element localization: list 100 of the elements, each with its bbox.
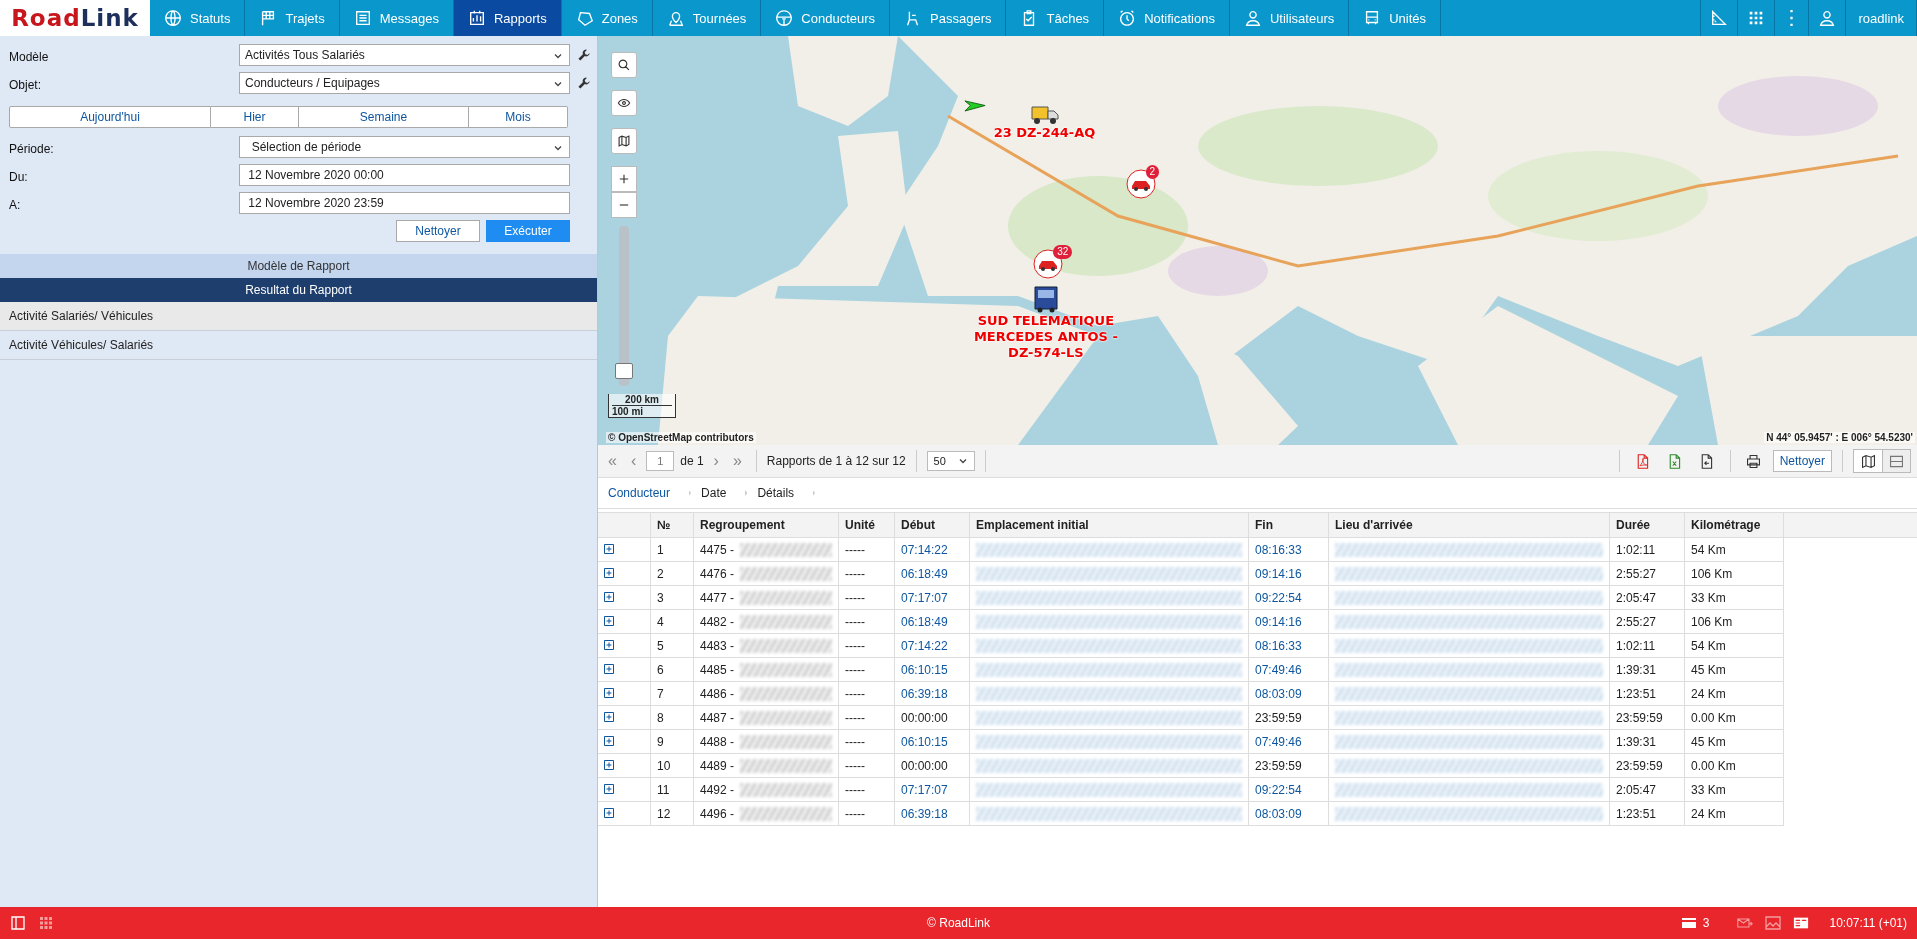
table-cell: 1 xyxy=(657,542,664,557)
copyright-text: © RoadLink xyxy=(927,916,990,930)
table-cell: 00:00:00 xyxy=(901,710,948,725)
expand-row-icon[interactable] xyxy=(604,663,614,674)
message-icon[interactable] xyxy=(1680,915,1697,931)
date-range-button[interactable]: Mois xyxy=(469,106,568,128)
select-field[interactable]: Activités Tous Salariés xyxy=(239,44,570,66)
table-cell: 4483 - xyxy=(700,638,735,653)
table-cell: 4487 - xyxy=(700,710,735,725)
map-pin-icon xyxy=(666,9,685,27)
expand-row-icon[interactable] xyxy=(604,735,614,746)
truck-icon[interactable] xyxy=(1030,103,1059,126)
clear-button[interactable]: Nettoyer xyxy=(396,220,480,242)
polygon-icon xyxy=(575,9,594,27)
table-cell: 11 xyxy=(657,782,670,797)
table-cell: 33 Km xyxy=(1691,782,1726,797)
map-view-button[interactable] xyxy=(1854,450,1882,472)
kebab-menu-icon xyxy=(1790,10,1794,26)
column-header: № xyxy=(650,512,694,538)
table-cell: 2 xyxy=(657,566,664,581)
bus-icon[interactable] xyxy=(1032,285,1059,314)
report-list-item[interactable]: Activité Véhicules/ Salariés xyxy=(0,331,597,360)
date-range-button[interactable]: Hier xyxy=(211,106,299,128)
column-header: Lieu d'arrivée xyxy=(1328,512,1610,538)
chevron-icon xyxy=(553,143,563,153)
expand-row-icon[interactable] xyxy=(604,543,614,554)
slider-thumb[interactable] xyxy=(615,362,633,379)
column-header: Regroupement xyxy=(693,512,839,538)
table-cell: 1:02:11 xyxy=(1616,638,1656,653)
map-search-button[interactable] xyxy=(611,52,637,78)
visibility-button[interactable] xyxy=(611,90,637,116)
field-label: Objet: xyxy=(9,77,42,92)
zoom-out-button[interactable] xyxy=(611,192,637,218)
chart-icon xyxy=(467,9,486,27)
report-list-item[interactable]: Activité Salariés/ Véhicules xyxy=(0,302,597,331)
column-header: Durée xyxy=(1609,512,1685,538)
chevron-icon xyxy=(957,456,968,466)
input-field[interactable]: 12 Novembre 2020 00:00 xyxy=(239,164,570,186)
table-cell: 45 Km xyxy=(1691,734,1726,749)
table-cell: 24 Km xyxy=(1691,806,1726,821)
expand-row-icon[interactable] xyxy=(604,615,614,626)
map-coordinates: N 44° 05.9457' : E 006° 54.5230' xyxy=(1764,432,1915,443)
table-cell: ----- xyxy=(845,566,865,581)
expand-row-icon[interactable] xyxy=(604,807,614,818)
map-attribution: © OpenStreetMap contributors xyxy=(606,432,756,443)
table-cell: 1:23:51 xyxy=(1616,806,1657,821)
input-field[interactable]: 12 Novembre 2020 23:59 xyxy=(239,192,570,214)
date-range-button[interactable]: Semaine xyxy=(299,106,469,128)
table-cell: 54 Km xyxy=(1691,542,1726,557)
expand-row-icon[interactable] xyxy=(604,591,614,602)
clear-button[interactable]: Nettoyer xyxy=(1772,450,1832,472)
table-cell: ----- xyxy=(845,590,865,605)
expand-row-icon[interactable] xyxy=(604,687,614,698)
split-view-button[interactable] xyxy=(1882,450,1910,472)
table-cell: 23:59:59 xyxy=(1255,710,1302,725)
expand-row-icon[interactable] xyxy=(604,711,614,722)
table-cell: 4489 - xyxy=(700,758,735,773)
results-summary: Rapports de 1 à 12 sur 12 xyxy=(766,454,906,468)
table-cell: 10 xyxy=(657,758,671,773)
section-header[interactable]: Modèle de Rapport xyxy=(0,254,597,278)
table-cell: 23:59:59 xyxy=(1616,710,1663,725)
search-icon xyxy=(617,58,631,72)
select-field[interactable]: Sélection de période xyxy=(239,136,570,158)
table-cell: 24 Km xyxy=(1691,686,1726,701)
column-header: Fin xyxy=(1248,512,1329,538)
clock-time: 10:07:11 (+01) xyxy=(1829,916,1907,930)
table-cell: 106 Km xyxy=(1691,614,1733,629)
section-header[interactable]: Resultat du Rapport xyxy=(0,278,597,302)
eye-icon xyxy=(617,96,631,110)
wrench-icon[interactable] xyxy=(577,76,591,90)
zoom-in-button[interactable] xyxy=(611,166,637,192)
field-label: Période: xyxy=(9,141,55,156)
page-size-select[interactable]: 50 xyxy=(926,451,975,471)
nav-tab[interactable]: Rapports xyxy=(453,0,562,36)
expand-row-icon[interactable] xyxy=(604,639,614,650)
select-field[interactable]: Conducteurs / Equipages xyxy=(239,72,570,94)
vehicle-label: SUD TELEMATIQUE MERCEDES ANTOS - DZ-574-LS xyxy=(973,313,1118,362)
table-cell: 1:39:31 xyxy=(1616,662,1657,677)
map-scale-bar: 200 km 100 mi xyxy=(608,394,676,418)
table-cell: 4477 - xyxy=(700,590,735,605)
table-cell: 4488 - xyxy=(700,734,735,749)
table-cell: 1:39:31 xyxy=(1616,734,1657,749)
page-input[interactable]: 1 xyxy=(646,451,675,471)
ruler-icon xyxy=(1710,9,1729,27)
map-layers-button[interactable] xyxy=(611,128,637,154)
wrench-icon[interactable] xyxy=(577,48,591,62)
date-range-button[interactable]: Aujourd'hui xyxy=(9,106,211,128)
expand-row-icon[interactable] xyxy=(604,759,614,770)
globe-icon xyxy=(164,9,182,27)
id-card-icon[interactable] xyxy=(1793,915,1810,931)
table-cell: 4492 - xyxy=(700,782,735,797)
document-icon xyxy=(353,9,372,27)
field-label: Du: xyxy=(9,169,29,184)
table-cell: 4496 - xyxy=(700,806,735,821)
car-marker[interactable] xyxy=(1125,168,1156,199)
expand-row-icon[interactable] xyxy=(604,567,614,578)
table-cell: 23:59:59 xyxy=(1255,758,1302,773)
panel-toggle-icon[interactable] xyxy=(10,915,26,931)
expand-row-icon[interactable] xyxy=(604,783,614,794)
table-cell: 4485 - xyxy=(700,662,735,677)
